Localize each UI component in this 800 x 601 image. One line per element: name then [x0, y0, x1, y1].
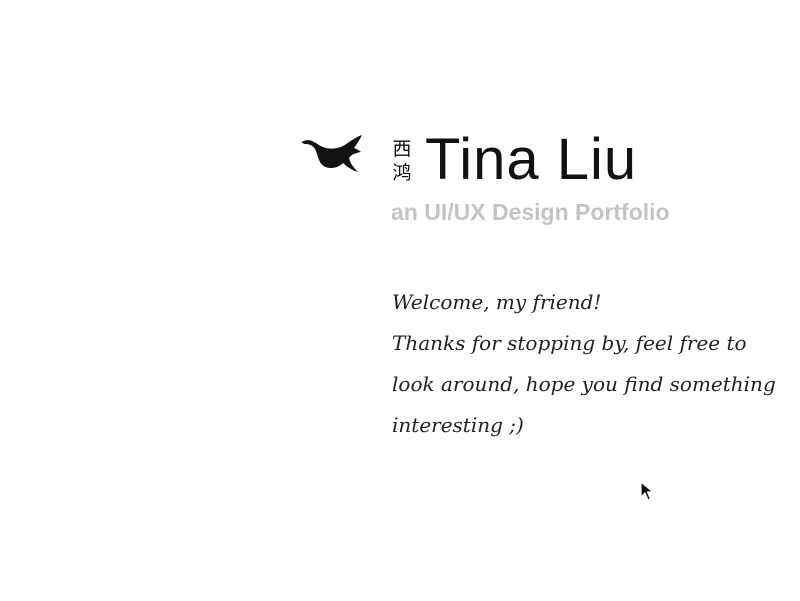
chinese-name: 西 鸿: [390, 137, 414, 185]
welcome-line: Welcome, my friend!: [392, 290, 602, 314]
chinese-name-char: 西: [392, 138, 412, 160]
welcome-line: interesting ;): [392, 413, 524, 437]
chinese-name-char: 鸿: [392, 162, 412, 184]
site-title: Tina Liu: [425, 127, 638, 192]
site-subtitle: an UI/UX Design Portfolio: [391, 199, 670, 225]
mouse-pointer-icon: [640, 481, 654, 501]
flying-goose-icon: [301, 135, 362, 172]
welcome-message: Welcome, my friend! Thanks for stopping …: [392, 282, 776, 446]
welcome-line: Thanks for stopping by, feel free to: [392, 331, 747, 355]
welcome-line: look around, hope you find something: [392, 372, 776, 396]
portfolio-intro-page: 西 鸿 Tina Liu an UI/UX Design Portfolio W…: [0, 0, 800, 601]
